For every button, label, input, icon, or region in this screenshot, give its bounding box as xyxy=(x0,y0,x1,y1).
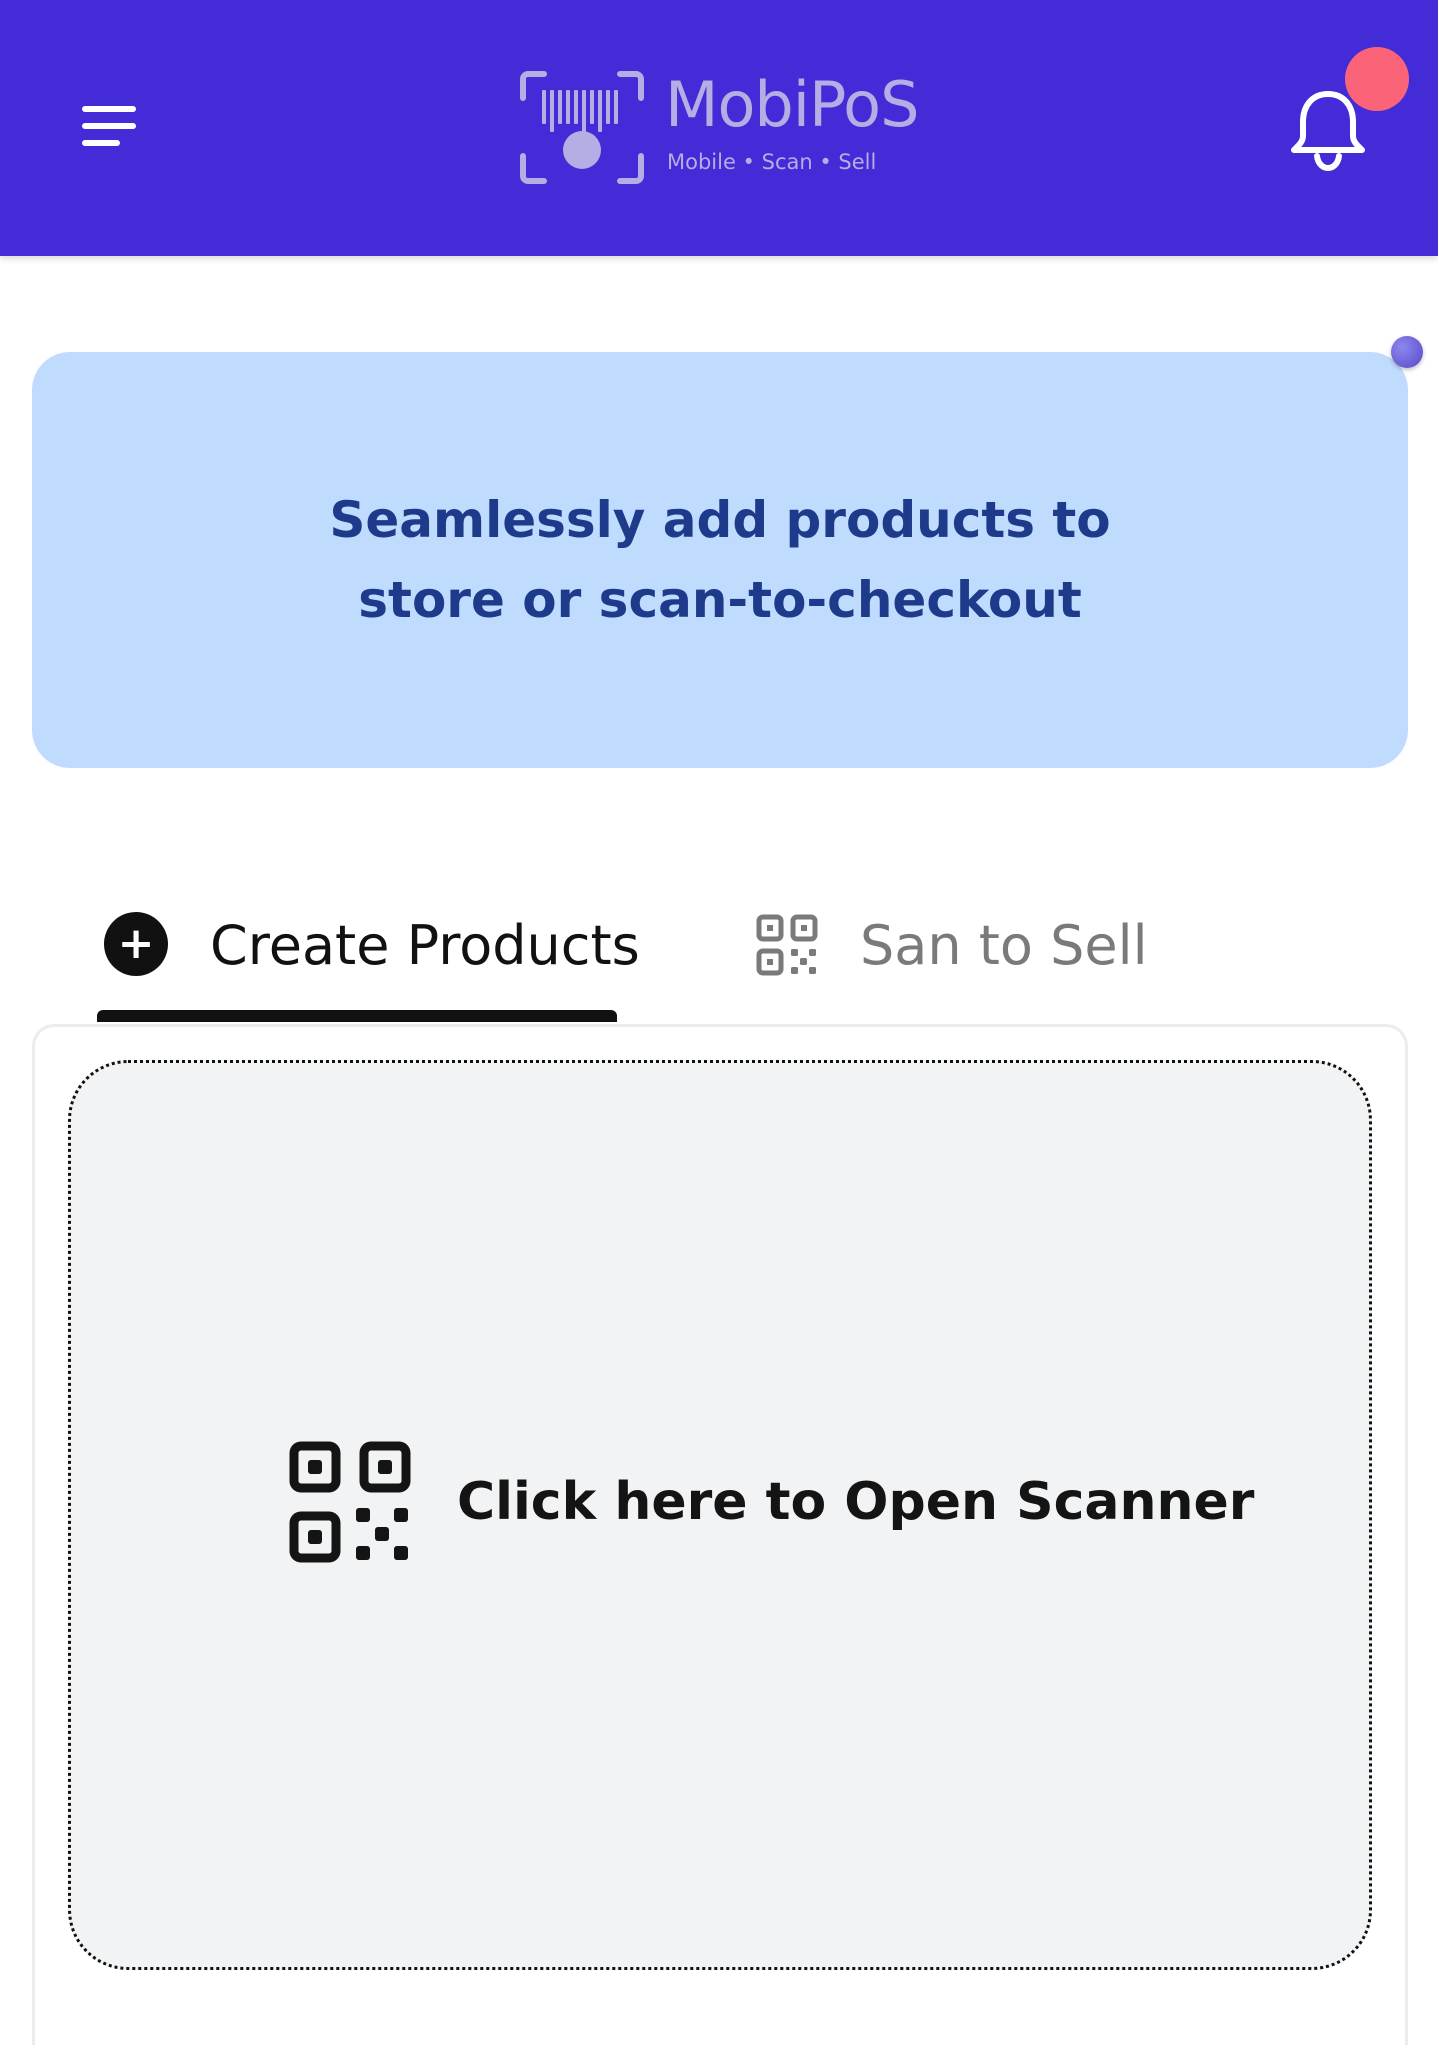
menu-bar-middle xyxy=(82,123,136,129)
menu-bar-bottom xyxy=(82,140,120,146)
notification-badge xyxy=(1345,47,1409,111)
top-app-bar: MobiPoS Mobile • Scan • Sell xyxy=(0,0,1438,256)
app-screen: MobiPoS Mobile • Scan • Sell Seamlessly … xyxy=(0,0,1438,2045)
menu-button[interactable] xyxy=(76,100,142,156)
active-tab-indicator xyxy=(97,1010,617,1022)
mobipos-logo: MobiPoS Mobile • Scan • Sell xyxy=(520,70,920,186)
qr-code-icon xyxy=(289,1441,411,1563)
floating-assist-dot[interactable] xyxy=(1391,336,1423,368)
tab-create-products-label: Create Products xyxy=(210,914,640,977)
logo-tagline: Mobile • Scan • Sell xyxy=(667,150,877,174)
tab-scan-to-sell[interactable]: San to Sell xyxy=(756,900,1176,992)
logo-wordmark: MobiPoS xyxy=(665,68,919,141)
menu-bar-top xyxy=(82,106,136,112)
plus-circle-icon: + xyxy=(104,912,168,976)
tab-scan-to-sell-label: San to Sell xyxy=(860,914,1148,977)
open-scanner-area[interactable]: Click here to Open Scanner xyxy=(68,1060,1372,1970)
promo-banner: Seamlessly add products to store or scan… xyxy=(32,352,1408,768)
open-scanner-label: Click here to Open Scanner xyxy=(457,1472,1255,1532)
barcode-scan-logo-icon xyxy=(520,71,644,184)
tab-create-products[interactable]: + Create Products xyxy=(98,900,640,992)
banner-text: Seamlessly add products to store or scan… xyxy=(329,491,1111,629)
open-scanner-prompt: Click here to Open Scanner xyxy=(289,1441,1254,1565)
qr-code-icon xyxy=(756,914,818,976)
